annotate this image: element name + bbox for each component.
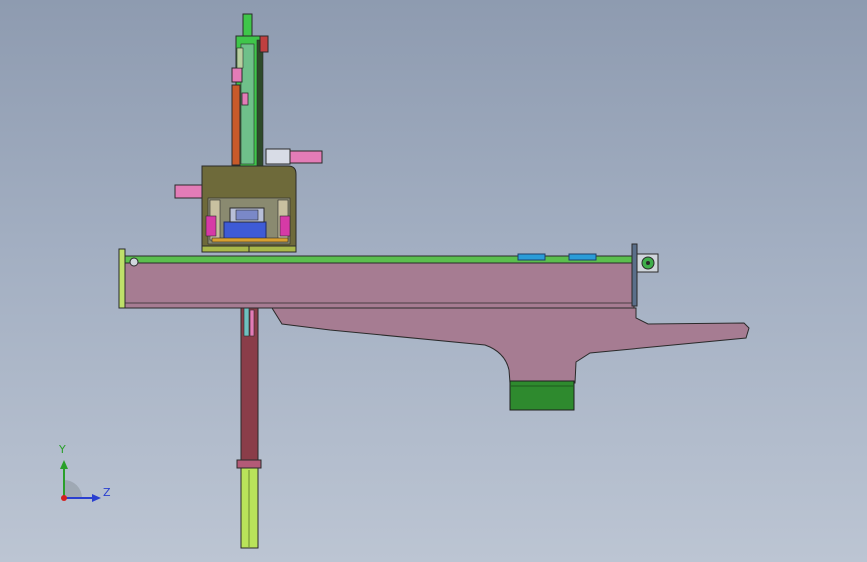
base-beam[interactable] (118, 243, 659, 309)
guide-rail (123, 255, 635, 264)
end-cap-left (118, 248, 126, 309)
mount-bracket[interactable] (271, 307, 750, 411)
y-axis-label: Y (59, 443, 66, 456)
origin-point-icon (61, 495, 67, 501)
cylinder-right[interactable] (265, 148, 323, 165)
lower-column-body (240, 305, 259, 463)
cad-graphics-viewport[interactable]: Y Z (0, 0, 867, 562)
y-axis-arrow-icon (60, 460, 68, 469)
sensor-strip-1 (517, 253, 546, 261)
vertical-column-lower[interactable] (236, 305, 262, 549)
z-axis-label: Z (103, 486, 111, 499)
sensor-strip-2 (568, 253, 597, 261)
beam-body (123, 261, 635, 309)
drive-pulley-right (636, 253, 659, 273)
z-axis-arrow-icon (92, 494, 101, 502)
vertical-column-upper[interactable] (231, 13, 269, 167)
carriage-block[interactable] (201, 165, 297, 253)
end-cap-right (631, 243, 638, 307)
lower-column-collar (236, 459, 262, 469)
pulley-left (129, 257, 139, 267)
foot-block (509, 380, 575, 411)
cylinder-left[interactable] (174, 184, 205, 199)
